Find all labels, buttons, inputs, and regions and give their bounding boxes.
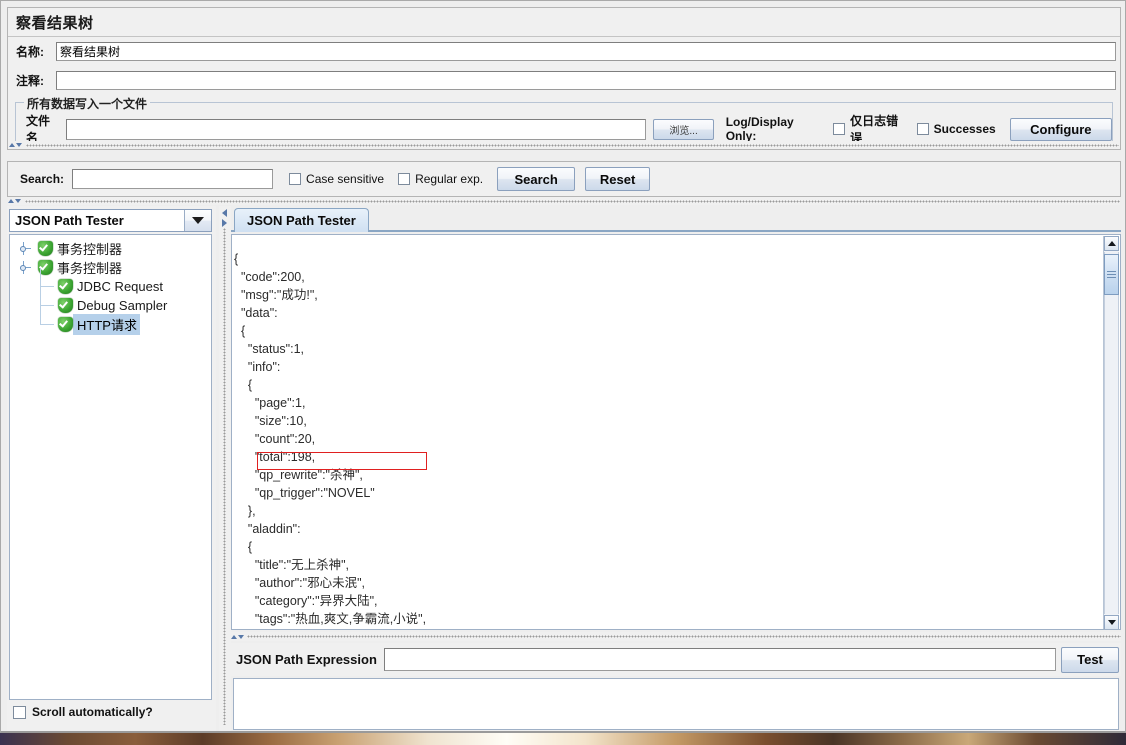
divider-grip[interactable] bbox=[25, 199, 1120, 203]
case-sensitive-checkbox[interactable]: Case sensitive bbox=[289, 172, 384, 186]
tree-node-label-selected: HTTP请求 bbox=[73, 314, 140, 335]
divider-left-arrow-icon[interactable] bbox=[221, 209, 228, 218]
tree-node-label: 事务控制器 bbox=[57, 242, 123, 257]
expand-collapse-handle-icon[interactable] bbox=[17, 261, 31, 274]
filename-input[interactable] bbox=[66, 118, 647, 140]
json-path-expression-label: JSON Path Expression bbox=[236, 652, 377, 667]
comment-input[interactable] bbox=[56, 71, 1116, 90]
json-path-expression-input[interactable] bbox=[383, 648, 1056, 671]
detail-split-divider[interactable] bbox=[231, 632, 1121, 641]
chevron-down-icon[interactable] bbox=[185, 210, 211, 231]
tree-connector bbox=[40, 287, 54, 306]
test-button[interactable]: Test bbox=[1061, 646, 1119, 673]
search-panel: Search: Case sensitive Regular exp. Sear… bbox=[7, 161, 1121, 197]
desktop-wallpaper-strip bbox=[0, 733, 1126, 745]
status-success-icon bbox=[58, 298, 73, 313]
tree-connector bbox=[40, 268, 54, 287]
status-success-icon bbox=[58, 279, 73, 294]
horizontal-split-divider[interactable] bbox=[219, 206, 231, 731]
panel-title-bar: 察看结果树 bbox=[8, 8, 1120, 37]
search-input[interactable] bbox=[72, 169, 274, 189]
result-detail-panel: JSON Path Tester { "code":200, "msg":"成功… bbox=[231, 206, 1121, 731]
collapse-up-icon[interactable] bbox=[8, 199, 14, 203]
divider-right-arrow-icon[interactable] bbox=[221, 219, 228, 228]
regular-exp-checkbox[interactable]: Regular exp. bbox=[398, 172, 483, 186]
scrollbar-thumb[interactable] bbox=[1104, 254, 1119, 295]
json-path-expression-row: JSON Path Expression Test bbox=[231, 643, 1121, 676]
results-tree-panel: JSON Path Tester 事务控制器 事务控制器 JDBC Reques… bbox=[7, 206, 216, 731]
divider-grip[interactable] bbox=[247, 635, 1121, 638]
checkbox-box-icon[interactable] bbox=[289, 173, 302, 185]
tree-node-label: JDBC Request bbox=[77, 279, 163, 294]
result-tabstrip: JSON Path Tester bbox=[231, 206, 1121, 232]
scrollbar-track[interactable] bbox=[1104, 252, 1119, 614]
successes-checkbox[interactable]: Successes bbox=[916, 122, 996, 136]
name-input[interactable] bbox=[56, 42, 1116, 61]
renderer-combobox[interactable]: JSON Path Tester bbox=[9, 209, 212, 232]
divider-grip[interactable] bbox=[26, 143, 1119, 147]
json-path-result-area[interactable] bbox=[233, 678, 1119, 730]
scroll-automatically-label: Scroll automatically? bbox=[32, 705, 153, 719]
comment-field-row: 注释: bbox=[8, 69, 1120, 92]
response-body-text: { "code":200, "msg":"成功!", "data": { "st… bbox=[234, 251, 427, 627]
configure-button[interactable]: Configure bbox=[1009, 117, 1112, 141]
checkbox-box-icon[interactable] bbox=[833, 123, 846, 135]
name-label: 名称: bbox=[16, 45, 44, 59]
sampler-result-tree[interactable]: 事务控制器 事务控制器 JDBC Request Debug Sampler H… bbox=[9, 234, 212, 700]
browse-button[interactable]: 浏览... bbox=[653, 118, 714, 140]
view-results-tree-window: 察看结果树 名称: 注释: 所有数据写入一个文件 文件名 浏览... Log/D… bbox=[0, 0, 1126, 733]
log-display-only-label: Log/Display Only: bbox=[725, 115, 794, 143]
checkbox-box-icon[interactable] bbox=[13, 705, 26, 719]
collapse-up-icon[interactable] bbox=[231, 634, 237, 639]
app-root: 察看结果树 名称: 注释: 所有数据写入一个文件 文件名 浏览... Log/D… bbox=[0, 0, 1126, 745]
tree-node-label: 事务控制器 bbox=[57, 261, 123, 276]
tree-node-0[interactable]: 事务控制器 bbox=[10, 239, 211, 258]
comment-label: 注释: bbox=[16, 74, 44, 88]
response-vertical-scrollbar[interactable] bbox=[1103, 236, 1119, 629]
successes-label: Successes bbox=[933, 122, 996, 136]
collapse-down-icon[interactable] bbox=[16, 143, 22, 147]
results-split-pane: JSON Path Tester 事务控制器 事务控制器 JDBC Reques… bbox=[7, 204, 1121, 731]
renderer-selected-value: JSON Path Tester bbox=[10, 210, 185, 231]
scroll-down-icon[interactable] bbox=[1104, 615, 1119, 629]
collapse-down-icon[interactable] bbox=[238, 634, 244, 639]
filename-row: 文件名 浏览... Log/Display Only: 仅日志错误 Succes… bbox=[16, 114, 1112, 145]
tree-node-label: Debug Sampler bbox=[77, 298, 168, 313]
collapse-down-icon[interactable] bbox=[15, 199, 21, 203]
tab-json-path-tester[interactable]: JSON Path Tester bbox=[234, 208, 369, 232]
top-settings-panel: 察看结果树 名称: 注释: 所有数据写入一个文件 文件名 浏览... Log/D… bbox=[7, 7, 1121, 150]
write-all-data-legend: 所有数据写入一个文件 bbox=[24, 95, 151, 112]
scroll-automatically-checkbox[interactable]: Scroll automatically? bbox=[13, 705, 153, 719]
status-success-icon bbox=[38, 241, 53, 256]
tree-connector bbox=[40, 306, 54, 325]
name-field-row: 名称: bbox=[8, 40, 1120, 63]
tree-node-4[interactable]: HTTP请求 bbox=[10, 306, 211, 335]
collapse-up-icon[interactable] bbox=[9, 143, 15, 147]
expand-collapse-handle-icon[interactable] bbox=[17, 242, 31, 255]
search-button[interactable]: Search bbox=[497, 167, 576, 191]
response-body-viewer[interactable]: { "code":200, "msg":"成功!", "data": { "st… bbox=[231, 234, 1121, 630]
search-label: Search: bbox=[20, 172, 65, 186]
scroll-up-icon[interactable] bbox=[1104, 236, 1119, 251]
case-sensitive-label: Case sensitive bbox=[306, 172, 385, 186]
reset-button[interactable]: Reset bbox=[585, 167, 651, 191]
top-split-divider[interactable] bbox=[9, 141, 1119, 149]
divider-grip[interactable] bbox=[223, 228, 226, 725]
regular-exp-label: Regular exp. bbox=[415, 172, 484, 186]
checkbox-box-icon[interactable] bbox=[916, 123, 929, 135]
page-title: 察看结果树 bbox=[16, 14, 94, 32]
checkbox-box-icon[interactable] bbox=[398, 173, 411, 185]
status-success-icon bbox=[58, 317, 73, 332]
